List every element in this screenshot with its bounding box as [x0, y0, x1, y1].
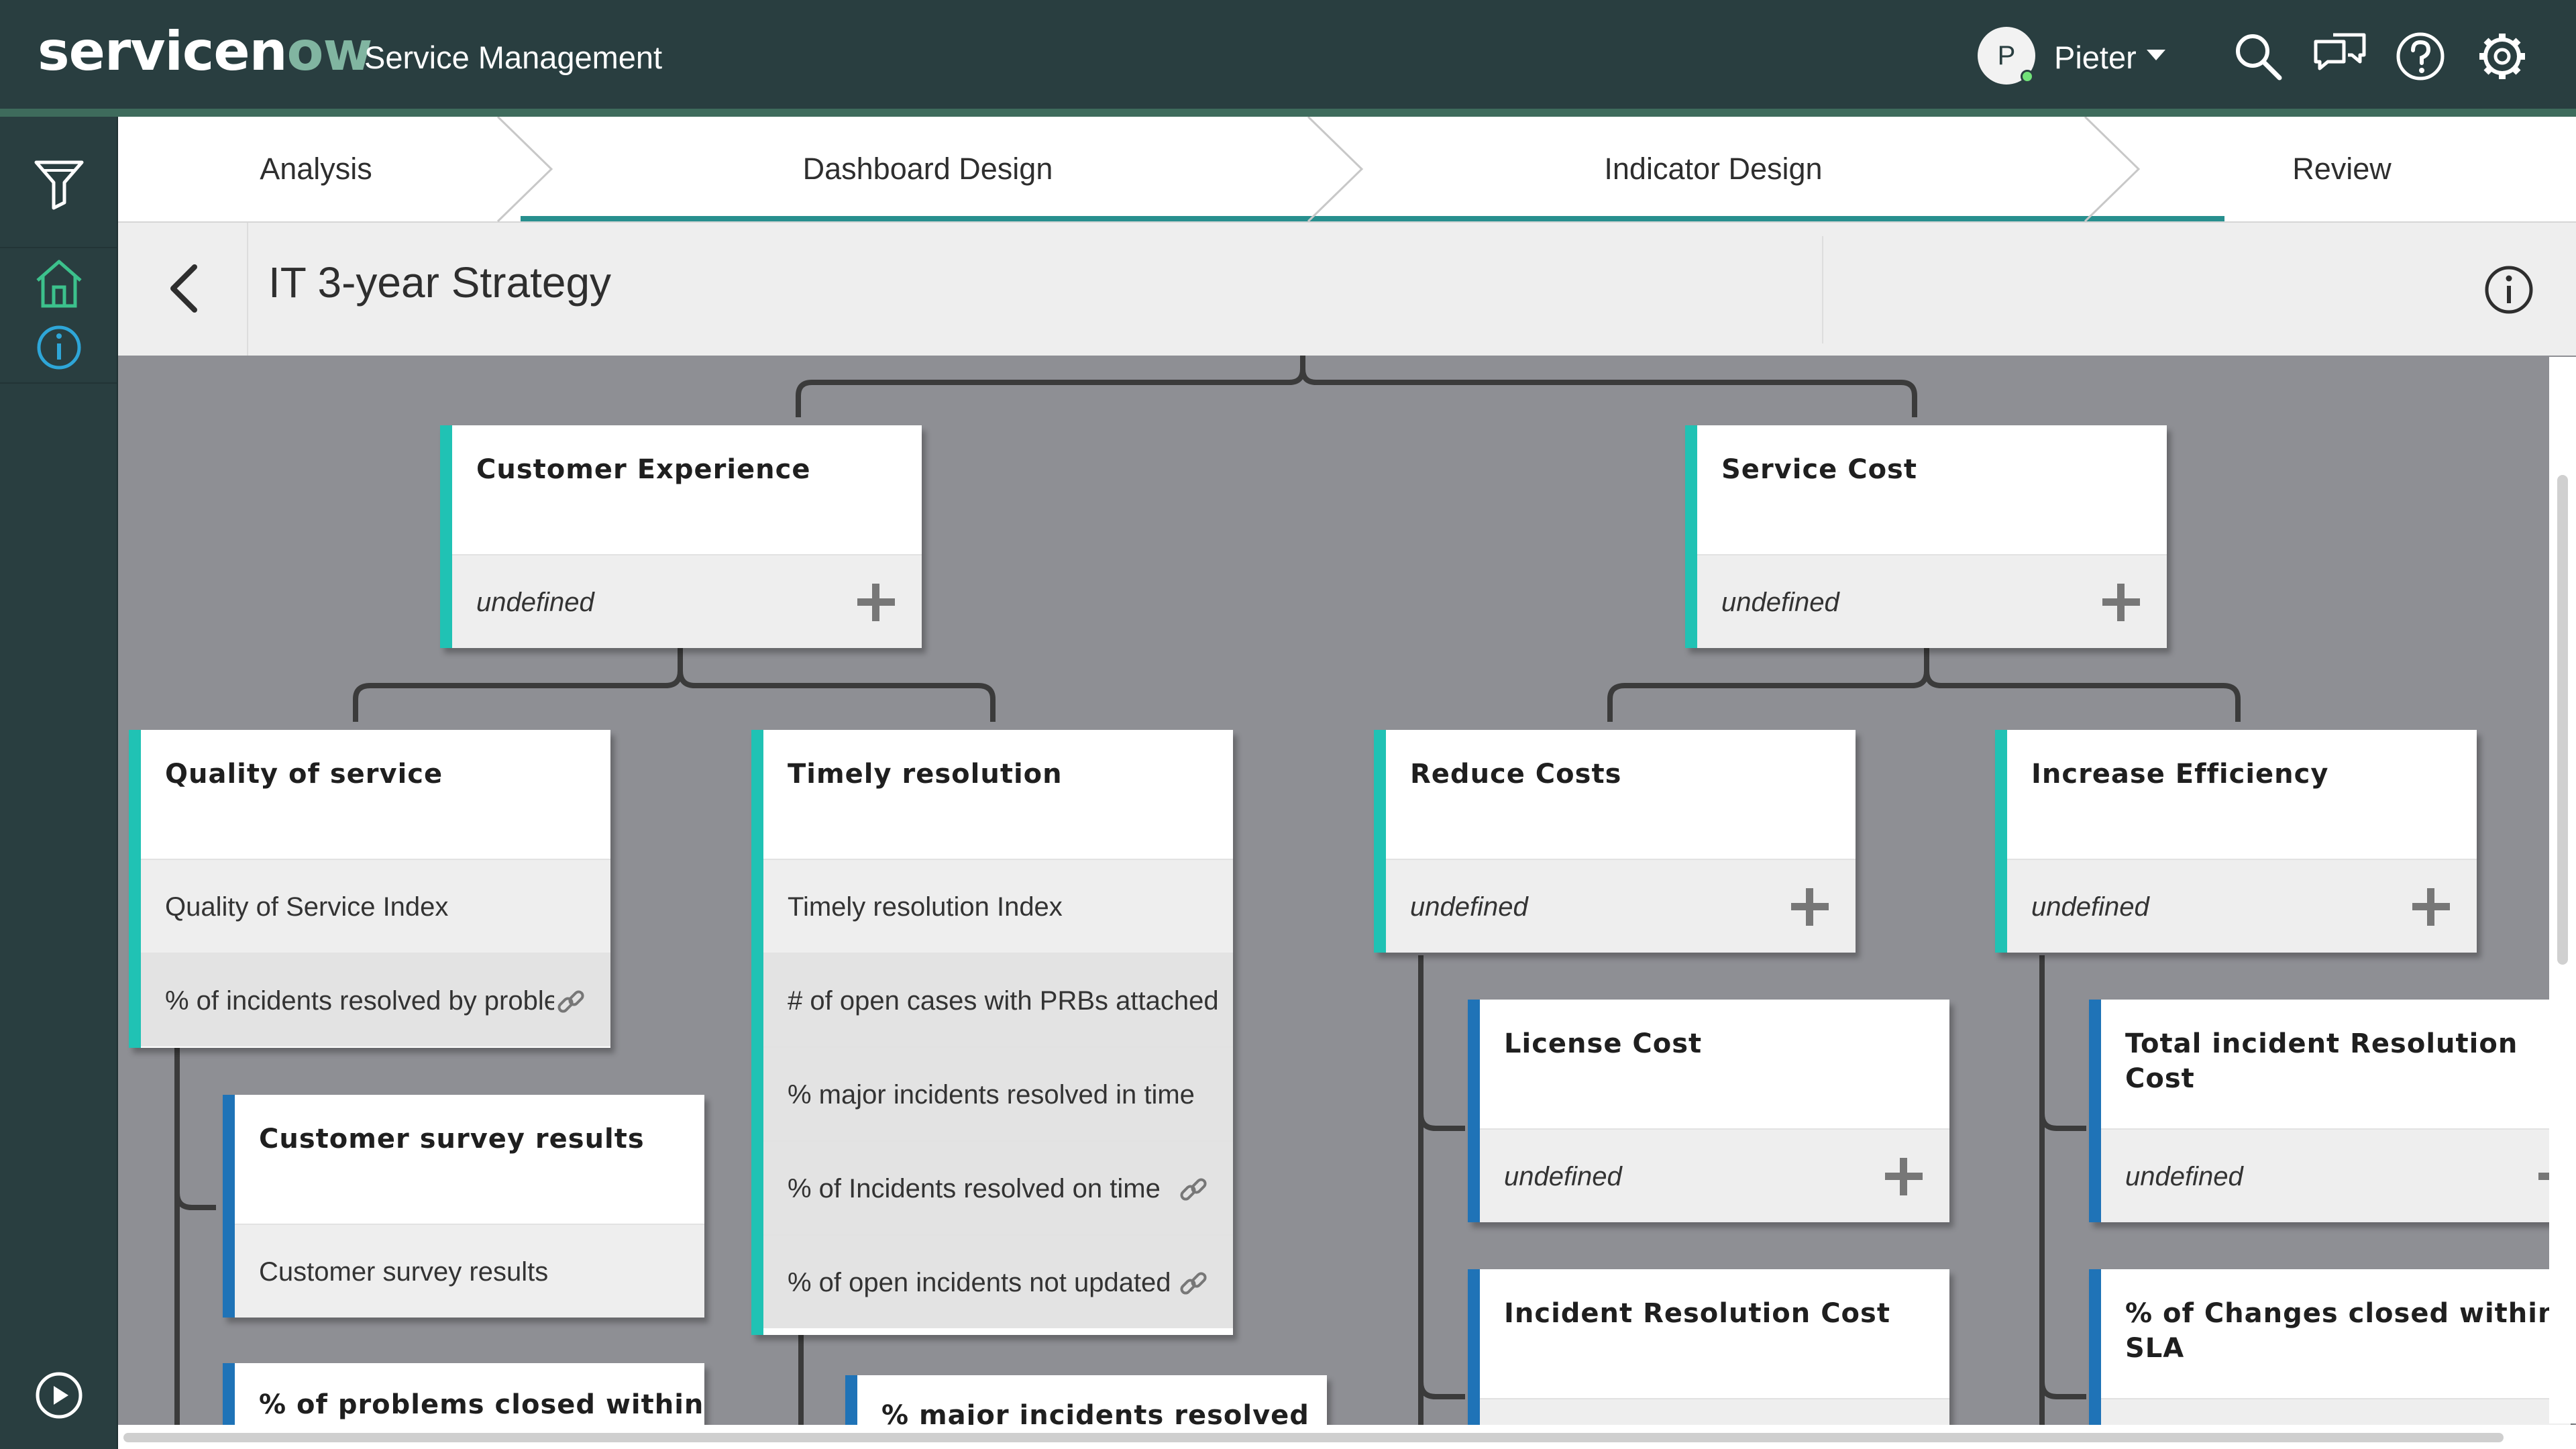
node-indicator-row: undefined [1386, 859, 1856, 953]
node-changes-closed-within-sla[interactable]: % of Changes closed within SLA [2089, 1269, 2571, 1449]
node-increase-efficiency[interactable]: Increase Efficiency undefined [1995, 730, 2477, 953]
node-indicator-value: undefined [2031, 892, 2149, 922]
node-title: Quality of service [165, 759, 443, 790]
node-customer-experience[interactable]: Customer Experience undefined [440, 425, 922, 648]
indicator-row[interactable]: Timely resolution Index [763, 859, 1233, 953]
page-title: IT 3-year Strategy [268, 258, 612, 307]
node-indicator-row: undefined [452, 554, 922, 648]
indicator-label: % of Incidents resolved on time [788, 1174, 1161, 1203]
online-status-dot [2021, 70, 2034, 83]
info-icon[interactable] [28, 317, 90, 378]
node-title: Increase Efficiency [2031, 759, 2329, 790]
node-indicator-row: undefined [1480, 1128, 1949, 1222]
node-service-cost[interactable]: Service Cost undefined [1685, 425, 2167, 648]
node-title: Customer survey results [259, 1124, 645, 1155]
wizard-steps: Analysis Dashboard Design Indicator Desi… [118, 117, 2576, 223]
user-menu-name[interactable]: Pieter [2054, 39, 2137, 76]
node-indicator-row: undefined [2007, 859, 2477, 953]
link-icon[interactable] [1177, 1267, 1210, 1300]
node-title: Timely resolution [788, 759, 1063, 790]
node-indicator-row: undefined [1697, 554, 2167, 648]
indicator-label: % of incidents resolved by proble [165, 986, 559, 1016]
node-reduce-costs[interactable]: Reduce Costs undefined [1374, 730, 1856, 953]
help-icon[interactable] [2391, 27, 2450, 86]
node-indicator-value: undefined [2125, 1162, 2243, 1191]
node-title: Service Cost [1721, 454, 1917, 485]
logo-text-accent: ow [286, 20, 373, 83]
horizontal-scrollbar[interactable] [118, 1425, 2576, 1449]
horizontal-scroll-thumb[interactable] [123, 1433, 2504, 1442]
node-customer-survey-results[interactable]: Customer survey results Customer survey … [223, 1095, 704, 1318]
node-indicator-value: undefined [1504, 1162, 1622, 1191]
node-quality-of-service[interactable]: Quality of service Quality of Service In… [129, 730, 610, 1048]
add-icon[interactable] [1791, 888, 1829, 926]
link-icon[interactable] [1177, 1173, 1210, 1206]
left-rail [0, 117, 118, 1449]
node-title: Customer Experience [476, 454, 811, 485]
indicator-row[interactable]: # of open cases with PRBs attached [763, 953, 1233, 1046]
logo-text: servicen [38, 20, 288, 83]
node-indicator-row: undefined [2101, 1128, 2571, 1222]
chevron-down-icon[interactable] [2147, 50, 2165, 60]
chat-icon[interactable] [2310, 27, 2369, 86]
search-icon[interactable] [2229, 27, 2288, 86]
indicator-row[interactable]: % of Incidents resolved on time [763, 1140, 1233, 1234]
home-icon[interactable] [28, 252, 90, 314]
indicator-label: % of open incidents not updated [788, 1268, 1171, 1297]
add-icon[interactable] [2102, 584, 2140, 621]
add-icon[interactable] [1885, 1158, 1923, 1195]
tree-canvas[interactable]: Customer Experience undefined Service Co… [118, 356, 2576, 1449]
node-indicator-value: undefined [476, 588, 594, 617]
rail-separator [0, 382, 118, 384]
node-indicator-value: undefined [1721, 588, 1839, 617]
filter-icon[interactable] [28, 153, 90, 215]
node-incident-resolution-cost[interactable]: Incident Resolution Cost [1468, 1269, 1949, 1449]
node-license-cost[interactable]: License Cost undefined [1468, 1000, 1949, 1222]
indicator-row[interactable]: % of incidents resolved by proble [141, 953, 610, 1046]
vertical-scrollbar[interactable] [2549, 357, 2576, 1424]
vertical-scroll-thumb[interactable] [2557, 475, 2568, 965]
app-name: Service Management [364, 40, 663, 75]
node-title: Incident Resolution Cost [1504, 1298, 1890, 1329]
node-timely-resolution[interactable]: Timely resolution Timely resolution Inde… [751, 730, 1233, 1335]
node-indicator-value: undefined [1410, 892, 1528, 922]
add-icon[interactable] [857, 584, 895, 621]
node-title: % of Changes closed within SLA [2125, 1298, 2558, 1364]
add-icon[interactable] [2412, 888, 2450, 926]
header-accent-line [0, 109, 2576, 117]
chevron-left-icon [170, 264, 197, 313]
info-icon[interactable] [2479, 260, 2538, 319]
gear-icon[interactable] [2473, 27, 2532, 86]
node-title: License Cost [1504, 1028, 1703, 1059]
back-button[interactable] [118, 223, 248, 356]
node-total-incident-resolution-cost[interactable]: Total incident Resolution Cost undefined [2089, 1000, 2571, 1222]
header-separator [1822, 236, 1823, 343]
indicator-row[interactable]: % major incidents resolved in time [763, 1046, 1233, 1140]
step-chevrons [496, 117, 2141, 223]
link-icon[interactable] [554, 985, 588, 1018]
node-title: Reduce Costs [1410, 759, 1622, 790]
node-title: Total incident Resolution Cost [2125, 1028, 2518, 1094]
servicenow-logo[interactable]: servicenow [38, 20, 372, 83]
indicator-row[interactable]: Customer survey results [235, 1224, 704, 1318]
top-header: servicenow Service Management P Pieter [0, 0, 2576, 109]
indicator-row[interactable]: Quality of Service Index [141, 859, 610, 953]
rail-separator [0, 247, 118, 248]
play-icon[interactable] [28, 1364, 90, 1426]
page-header: IT 3-year Strategy [118, 223, 2576, 356]
indicator-row[interactable]: % of open incidents not updated [763, 1234, 1233, 1328]
